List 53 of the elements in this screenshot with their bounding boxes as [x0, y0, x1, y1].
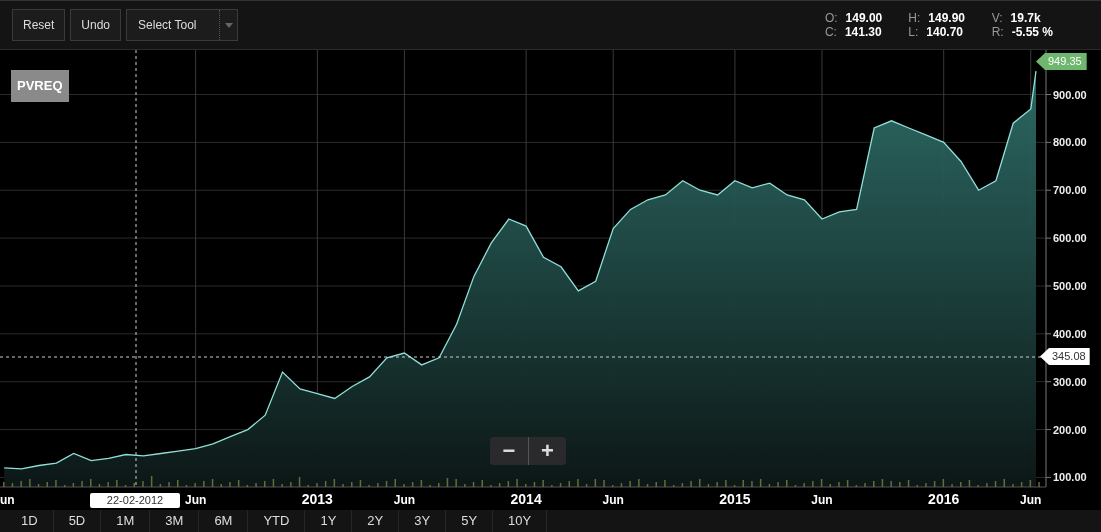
tool-select[interactable]: Select Tool	[126, 9, 239, 41]
range-tab[interactable]: 3M	[150, 510, 200, 532]
y-axis-label: 100.00	[1053, 471, 1087, 484]
stat-value: -5.55 %	[1011, 25, 1053, 39]
tool-select-value: Select Tool	[137, 17, 198, 34]
x-axis-label: 2013	[301, 491, 333, 507]
range-tab[interactable]: 10Y	[493, 510, 548, 532]
y-axis-label: 500.00	[1053, 279, 1087, 292]
zoom-in-button[interactable]: +	[528, 437, 566, 465]
stat-label: H:	[908, 11, 921, 25]
y-axis-label: 700.00	[1053, 184, 1087, 197]
range-tab[interactable]: 5D	[53, 510, 102, 532]
x-axis-label: Jun	[811, 493, 833, 507]
range-tab[interactable]: 3Y	[399, 510, 447, 532]
stat-label: L:	[908, 25, 919, 39]
stat-value: 149.00	[845, 11, 883, 25]
range-tab[interactable]: 1Y	[305, 510, 353, 532]
y-axis-label: 900.00	[1053, 88, 1087, 101]
x-axis-label: un	[0, 493, 15, 507]
range-tab[interactable]: YTD	[248, 510, 306, 532]
crosshair-price-label: 345.08	[1040, 348, 1090, 365]
range-tab[interactable]: 1M	[101, 510, 151, 532]
stat-value: 19.7k	[1010, 11, 1041, 25]
symbol-label: PVREQ	[11, 70, 69, 102]
stat-value: 141.30	[844, 25, 882, 39]
crosshair-date-label: 22-02-2012	[90, 493, 180, 508]
y-axis-label: 200.00	[1053, 423, 1087, 436]
range-tab[interactable]: 2Y	[352, 510, 400, 532]
x-axis-label: Jun	[393, 493, 416, 507]
x-axis-label: 2016	[928, 491, 960, 507]
last-price-label: 949.35	[1036, 53, 1087, 70]
caret-icon	[224, 22, 233, 28]
y-axis-label: 400.00	[1053, 327, 1087, 340]
zoom-out-button[interactable]: −	[490, 437, 528, 465]
x-axis-label: Jun	[1020, 493, 1042, 507]
toolbar-button[interactable]: Reset	[12, 9, 66, 41]
x-axis-label: Jun	[184, 493, 207, 507]
y-axis-label: 300.00	[1053, 375, 1087, 388]
y-axis-label: 800.00	[1053, 136, 1087, 149]
range-tab[interactable]: 5Y	[446, 510, 494, 532]
x-axis-label: Jun	[602, 493, 624, 507]
range-tab[interactable]: 6M	[199, 510, 249, 532]
toolbar-button[interactable]: Undo	[70, 9, 122, 41]
stat-label: O:	[824, 11, 838, 25]
stat-value: 140.70	[926, 25, 963, 39]
y-axis-label: 600.00	[1053, 232, 1087, 245]
x-axis-label: 2014	[510, 491, 542, 507]
stat-label: C:	[824, 25, 837, 39]
x-axis-label: 2015	[719, 491, 751, 507]
stat-label: V:	[991, 11, 1003, 25]
range-tab[interactable]: 1D	[6, 510, 54, 532]
stat-label: R:	[991, 25, 1004, 39]
stat-value: 149.90	[928, 11, 965, 25]
